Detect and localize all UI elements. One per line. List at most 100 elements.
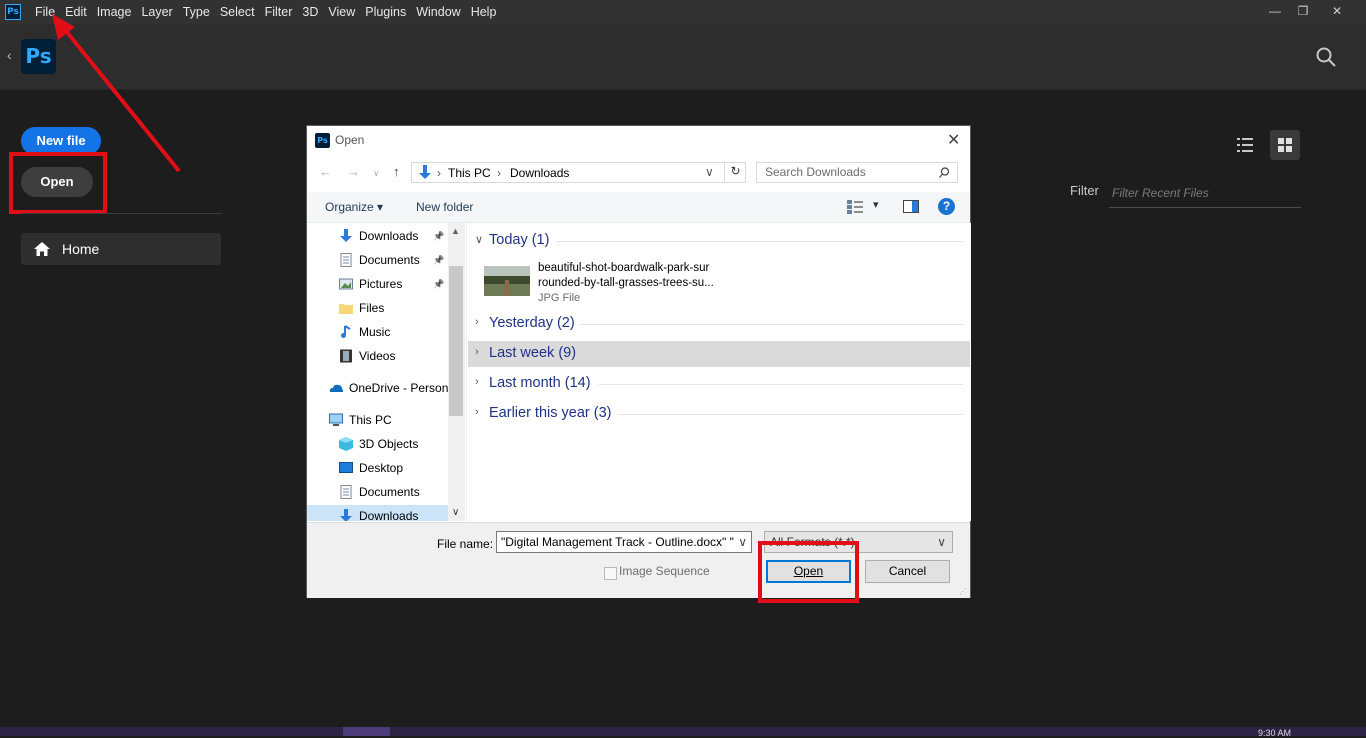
main-menu: File Edit Image Layer Type Select Filter 3D View…: [35, 0, 506, 24]
file-item[interactable]: beautiful-shot-boardwalk-park-sur rounde…: [484, 261, 784, 307]
nav-item-label: Downloads: [359, 229, 419, 243]
nav-item-files[interactable]: Files: [339, 297, 465, 319]
image-thumbnail: [484, 266, 530, 296]
dialog-cancel-button[interactable]: Cancel: [865, 560, 950, 583]
back-chevron-icon[interactable]: ‹: [7, 47, 12, 63]
nav-home[interactable]: Home: [21, 233, 221, 265]
menu-window[interactable]: Window: [416, 0, 460, 24]
nav-item-label: Desktop: [359, 461, 404, 475]
search-downloads-input[interactable]: Search Downloads: [756, 162, 958, 183]
nav-item-videos[interactable]: Videos: [339, 345, 465, 367]
image-sequence-checkbox[interactable]: [604, 567, 617, 580]
group-today[interactable]: ∨ Today (1): [468, 228, 970, 254]
nav-item-label: Documents: [359, 485, 420, 499]
nav-item-label: This PC: [349, 413, 392, 427]
address-bar[interactable]: › This PC › Downloads ∨: [411, 162, 746, 183]
photoshop-logo-icon: Ps: [315, 133, 330, 148]
nav-item-pictures[interactable]: Pictures 📌: [339, 273, 465, 295]
group-yesterday[interactable]: › Yesterday (2): [468, 311, 970, 337]
minimize-icon[interactable]: —: [1260, 0, 1290, 24]
group-last-month[interactable]: › Last month (14): [468, 371, 970, 397]
nav-scrollbar[interactable]: ▲ ∨: [448, 223, 465, 521]
group-earlier-this-year[interactable]: › Earlier this year (3): [468, 401, 970, 427]
divider: [21, 213, 222, 214]
file-name-line2: rounded-by-tall-grasses-trees-su...: [538, 277, 714, 289]
menu-help[interactable]: Help: [471, 0, 497, 24]
nav-home-label: Home: [62, 241, 100, 257]
home-header: ‹ Ps: [0, 24, 1366, 90]
search-icon: [939, 167, 950, 178]
refresh-icon[interactable]: ↻: [724, 162, 746, 183]
nav-item-downloads[interactable]: Downloads: [307, 505, 465, 521]
menu-type[interactable]: Type: [183, 0, 210, 24]
chevron-down-icon[interactable]: ▾: [873, 198, 879, 211]
nav-item-documents[interactable]: Documents: [339, 481, 465, 503]
filter-recent-files-input[interactable]: Filter Recent Files: [1109, 180, 1301, 208]
nav-item-3d-objects[interactable]: 3D Objects: [339, 433, 465, 455]
scrollbar-thumb[interactable]: [449, 266, 463, 416]
folder-icon: [339, 304, 353, 314]
menu-image[interactable]: Image: [97, 0, 132, 24]
nav-item-label: Downloads: [359, 509, 419, 521]
nav-item-downloads[interactable]: Downloads 📌: [339, 225, 465, 247]
chevron-down-icon[interactable]: ∨: [705, 165, 714, 179]
nav-item-desktop[interactable]: Desktop: [339, 457, 465, 479]
new-file-button[interactable]: New file: [21, 127, 101, 155]
new-folder-button[interactable]: New folder: [416, 200, 473, 214]
breadcrumb-this-pc[interactable]: This PC: [448, 166, 491, 180]
nav-item-label: Music: [359, 325, 391, 339]
breadcrumb-separator-icon: ›: [437, 166, 441, 180]
nav-item-this-pc[interactable]: This PC: [329, 409, 465, 431]
nav-item-label: 3D Objects: [359, 437, 419, 451]
forward-arrow-icon[interactable]: →: [347, 164, 360, 179]
taskbar-clock: 9:30 AM: [1258, 728, 1292, 738]
chevron-down-icon[interactable]: ∨: [735, 532, 747, 552]
nav-item-documents[interactable]: Documents 📌: [339, 249, 465, 271]
music-icon: [341, 325, 351, 338]
menu-file[interactable]: File: [35, 0, 55, 24]
file-name-input[interactable]: "Digital Management Track - Outline.docx…: [496, 531, 752, 553]
view-options-icon[interactable]: [847, 200, 863, 214]
grid-view-button[interactable]: [1270, 130, 1300, 160]
breadcrumb-downloads[interactable]: Downloads: [510, 166, 569, 180]
back-arrow-icon[interactable]: ←: [319, 164, 332, 179]
organize-button[interactable]: Organize ▾: [325, 200, 383, 214]
preview-pane-icon[interactable]: [903, 200, 919, 213]
scroll-up-icon[interactable]: ▲: [451, 226, 460, 236]
search-placeholder: Search Downloads: [765, 165, 866, 179]
taskbar-active-app[interactable]: [343, 727, 390, 736]
help-icon[interactable]: ?: [938, 198, 955, 215]
pin-icon: 📌: [433, 231, 445, 241]
list-view-button[interactable]: [1230, 130, 1260, 160]
photoshop-logo-icon: Ps: [21, 39, 56, 74]
chevron-right-icon: ›: [475, 376, 479, 388]
search-icon[interactable]: [1316, 47, 1336, 67]
menu-3d[interactable]: 3D: [302, 0, 318, 24]
file-name-line1: beautiful-shot-boardwalk-park-sur: [538, 262, 710, 274]
taskbar: [0, 727, 1366, 736]
resize-grip-icon[interactable]: ⋰: [959, 587, 967, 596]
scroll-down-icon[interactable]: ∨: [452, 507, 459, 518]
restore-icon[interactable]: ❐: [1288, 0, 1318, 24]
menu-select[interactable]: Select: [220, 0, 255, 24]
menu-edit[interactable]: Edit: [65, 0, 87, 24]
file-list: ∨ Today (1) beautiful-shot-boardwalk-par…: [466, 223, 971, 521]
menu-layer[interactable]: Layer: [141, 0, 172, 24]
nav-item-onedrive-person[interactable]: OneDrive - Person: [329, 377, 465, 399]
file-type: JPG File: [538, 292, 581, 304]
close-icon[interactable]: ✕: [1322, 0, 1352, 24]
group-last-week[interactable]: › Last week (9): [468, 341, 970, 367]
file-name-label: File name:: [437, 537, 494, 551]
menu-view[interactable]: View: [328, 0, 355, 24]
recent-chevron-icon[interactable]: ∨: [373, 168, 380, 179]
list-view-icon: [1237, 138, 1253, 152]
menu-filter[interactable]: Filter: [265, 0, 293, 24]
desktop-icon: [339, 462, 353, 473]
document-icon: [340, 253, 352, 267]
close-icon[interactable]: ✕: [947, 130, 960, 150]
photoshop-logo-icon: Ps: [5, 4, 21, 20]
up-arrow-icon[interactable]: ↑: [393, 164, 400, 179]
nav-item-music[interactable]: Music: [339, 321, 465, 343]
pin-icon: 📌: [433, 279, 445, 289]
menu-plugins[interactable]: Plugins: [365, 0, 406, 24]
